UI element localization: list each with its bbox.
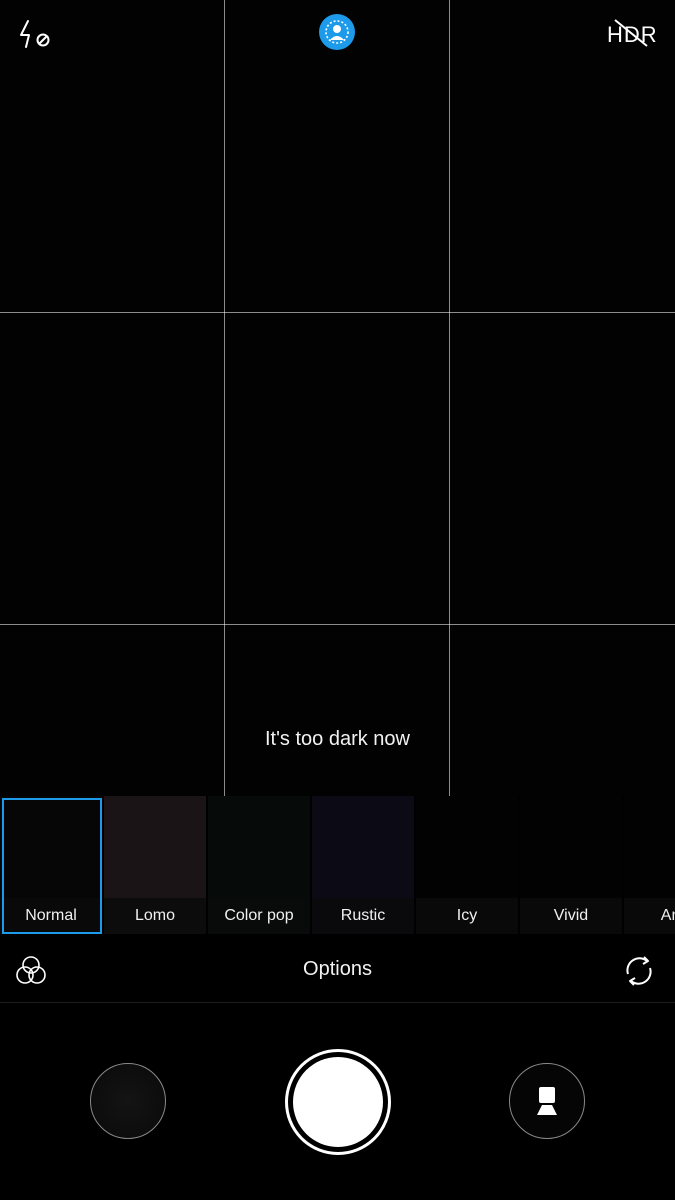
filter-option[interactable]: Rustic <box>312 796 414 934</box>
filter-label: Rustic <box>340 907 386 924</box>
portrait-mode-icon <box>537 1087 557 1115</box>
filter-label: Vivid <box>553 907 589 924</box>
options-button[interactable]: Options <box>0 958 675 981</box>
filter-option[interactable]: Color pop <box>208 796 310 934</box>
filter-label: Lomo <box>134 907 176 924</box>
portrait-mode-button[interactable] <box>509 1063 585 1139</box>
filter-label: Color pop <box>224 907 294 924</box>
camera-screen: HDR It's too dark now Normal Lomo Color po… <box>0 0 675 1200</box>
viewfinder[interactable]: HDR It's too dark now <box>0 0 675 796</box>
filter-option[interactable]: Normal <box>0 796 102 934</box>
filter-option[interactable]: Vivid <box>520 796 622 934</box>
flash-off-icon[interactable] <box>14 16 54 52</box>
shutter-button[interactable] <box>285 1049 391 1155</box>
grid-line <box>0 624 675 625</box>
filter-option[interactable]: Lomo <box>104 796 206 934</box>
filter-option[interactable]: Ana <box>624 796 675 934</box>
grid-line <box>0 312 675 313</box>
gallery-thumbnail[interactable] <box>90 1063 166 1139</box>
filter-label: Normal <box>25 907 77 924</box>
filter-option[interactable]: Icy <box>416 796 518 934</box>
beauty-mode-icon[interactable] <box>318 13 356 51</box>
grid-line <box>224 0 225 796</box>
shutter-button-inner <box>293 1057 383 1147</box>
filter-label: Ana <box>660 907 675 924</box>
hdr-off-icon[interactable]: HDR <box>603 16 661 50</box>
grid-line <box>449 0 450 796</box>
filter-label: Icy <box>456 907 478 924</box>
switch-camera-icon[interactable] <box>620 952 658 990</box>
options-bar: Options <box>0 940 675 1003</box>
filter-strip[interactable]: Normal Lomo Color pop Rustic Icy Vivid Ana <box>0 796 675 936</box>
camera-controls <box>0 1003 675 1200</box>
low-light-message: It's too dark now <box>265 728 410 750</box>
